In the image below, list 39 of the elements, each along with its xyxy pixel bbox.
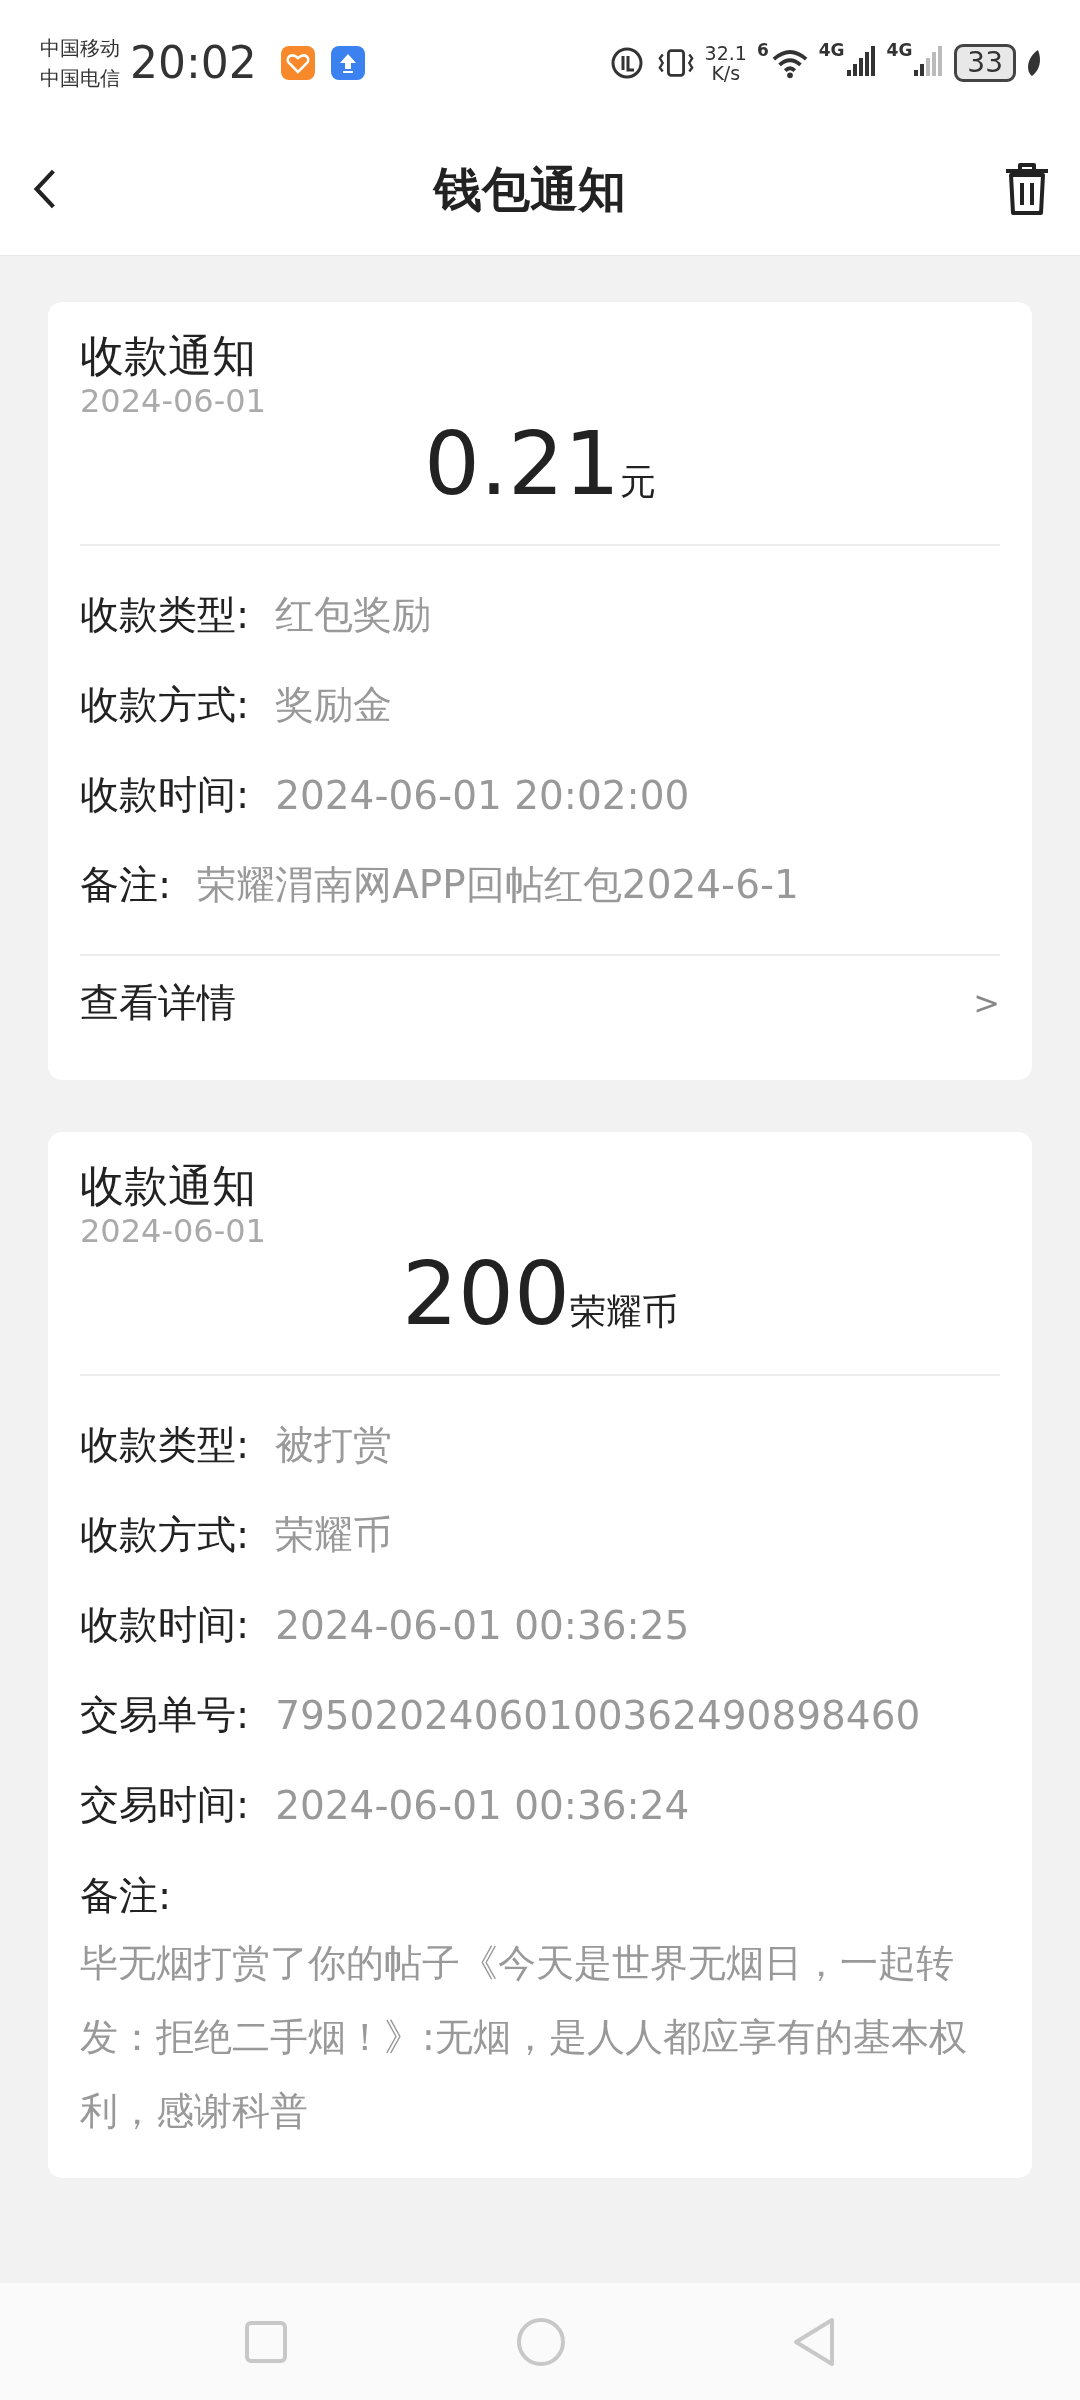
status-time: 20:02 bbox=[130, 37, 257, 88]
wifi-label: 6 bbox=[756, 40, 769, 60]
amount-unit: 元 bbox=[619, 460, 656, 504]
field-label: 收款时间: bbox=[80, 771, 250, 819]
field-value: 被打赏 bbox=[275, 1421, 393, 1469]
network-label: 4G bbox=[886, 40, 913, 60]
amount-value: 200 bbox=[402, 1244, 570, 1344]
notification-title: 收款通知 bbox=[80, 330, 256, 382]
field-value: 荣耀渭南网APP回帖红包2024-6-1 bbox=[197, 861, 799, 909]
network-label: 4G bbox=[818, 40, 845, 60]
field-value: 2024-06-01 00:36:25 bbox=[275, 1602, 690, 1648]
field-value: 红包奖励 bbox=[275, 591, 432, 639]
carrier-name: 中国移动 bbox=[40, 34, 120, 62]
field-label: 交易单号: bbox=[80, 1691, 250, 1739]
field-value: 2024-06-01 20:02:00 bbox=[275, 772, 690, 818]
field-label: 备注: bbox=[80, 1872, 173, 1920]
speed-unit: K/s bbox=[711, 62, 741, 83]
battery-indicator: 33 bbox=[954, 43, 1016, 82]
notification-date: 2024-06-01 bbox=[80, 1212, 266, 1250]
field-label: 收款时间: bbox=[80, 1601, 250, 1649]
field-label: 收款类型: bbox=[80, 591, 250, 639]
amount-unit: 荣耀币 bbox=[570, 1290, 678, 1334]
field-label: 收款方式: bbox=[80, 1511, 250, 1559]
field-label: 交易时间: bbox=[80, 1781, 250, 1829]
field-label: 备注: bbox=[80, 861, 172, 909]
field-value: 荣耀币 bbox=[275, 1511, 393, 1559]
field-value: 79502024060100362490898460 bbox=[275, 1692, 921, 1738]
field-value: 2024-06-01 00:36:24 bbox=[275, 1782, 690, 1828]
field-label: 收款类型: bbox=[80, 1421, 250, 1469]
notification-title: 收款通知 bbox=[80, 1160, 256, 1212]
carrier-name: 中国电信 bbox=[40, 64, 120, 92]
notification-date: 2024-06-01 bbox=[80, 382, 266, 420]
field-value: 奖励金 bbox=[275, 681, 393, 729]
speed-value: 32.1 bbox=[704, 42, 747, 63]
details-link[interactable]: 查看详情 > bbox=[80, 956, 1000, 1050]
field-value: 毕无烟打赏了你的帖子《今天是世界无烟日，一起转发：拒绝二手烟！》:无烟，是人人都应享有的基本权利，感谢科普 bbox=[80, 1940, 968, 2135]
amount-value: 0.21 bbox=[424, 414, 620, 514]
field-label: 收款方式: bbox=[80, 681, 250, 729]
page-title: 钱包通知 bbox=[434, 160, 626, 219]
